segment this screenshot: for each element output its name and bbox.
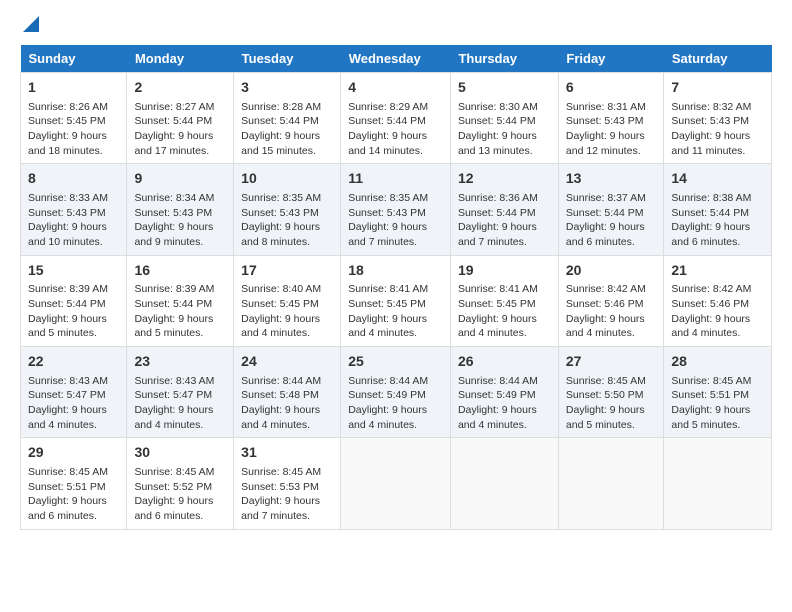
day-number: 15 [28,261,119,281]
calendar-cell: 21Sunrise: 8:42 AM Sunset: 5:46 PM Dayli… [664,255,772,346]
day-number: 5 [458,78,551,98]
calendar-header-monday: Monday [127,45,234,73]
calendar-cell: 3Sunrise: 8:28 AM Sunset: 5:44 PM Daylig… [234,73,341,164]
calendar-cell: 23Sunrise: 8:43 AM Sunset: 5:47 PM Dayli… [127,347,234,438]
day-number: 10 [241,169,333,189]
calendar-cell: 6Sunrise: 8:31 AM Sunset: 5:43 PM Daylig… [558,73,664,164]
calendar-cell: 24Sunrise: 8:44 AM Sunset: 5:48 PM Dayli… [234,347,341,438]
calendar-cell [450,438,558,529]
calendar-header-wednesday: Wednesday [341,45,451,73]
calendar-cell: 19Sunrise: 8:41 AM Sunset: 5:45 PM Dayli… [450,255,558,346]
calendar-cell: 13Sunrise: 8:37 AM Sunset: 5:44 PM Dayli… [558,164,664,255]
calendar-cell: 1Sunrise: 8:26 AM Sunset: 5:45 PM Daylig… [21,73,127,164]
day-number: 30 [134,443,226,463]
day-number: 25 [348,352,443,372]
calendar-cell: 8Sunrise: 8:33 AM Sunset: 5:43 PM Daylig… [21,164,127,255]
calendar-header-friday: Friday [558,45,664,73]
calendar-cell: 29Sunrise: 8:45 AM Sunset: 5:51 PM Dayli… [21,438,127,529]
calendar-week-row: 15Sunrise: 8:39 AM Sunset: 5:44 PM Dayli… [21,255,772,346]
day-number: 7 [671,78,764,98]
calendar-cell: 31Sunrise: 8:45 AM Sunset: 5:53 PM Dayli… [234,438,341,529]
day-number: 20 [566,261,657,281]
day-number: 31 [241,443,333,463]
day-number: 29 [28,443,119,463]
calendar-week-row: 1Sunrise: 8:26 AM Sunset: 5:45 PM Daylig… [21,73,772,164]
calendar-cell: 12Sunrise: 8:36 AM Sunset: 5:44 PM Dayli… [450,164,558,255]
calendar-cell: 30Sunrise: 8:45 AM Sunset: 5:52 PM Dayli… [127,438,234,529]
day-number: 17 [241,261,333,281]
calendar-cell: 16Sunrise: 8:39 AM Sunset: 5:44 PM Dayli… [127,255,234,346]
calendar-cell: 17Sunrise: 8:40 AM Sunset: 5:45 PM Dayli… [234,255,341,346]
calendar-table: SundayMondayTuesdayWednesdayThursdayFrid… [20,45,772,530]
calendar-cell: 14Sunrise: 8:38 AM Sunset: 5:44 PM Dayli… [664,164,772,255]
day-number: 2 [134,78,226,98]
day-number: 8 [28,169,119,189]
calendar-cell: 9Sunrise: 8:34 AM Sunset: 5:43 PM Daylig… [127,164,234,255]
day-number: 3 [241,78,333,98]
calendar-header-row: SundayMondayTuesdayWednesdayThursdayFrid… [21,45,772,73]
day-number: 13 [566,169,657,189]
day-number: 24 [241,352,333,372]
day-number: 12 [458,169,551,189]
calendar-cell: 5Sunrise: 8:30 AM Sunset: 5:44 PM Daylig… [450,73,558,164]
day-number: 16 [134,261,226,281]
day-number: 19 [458,261,551,281]
calendar-body: 1Sunrise: 8:26 AM Sunset: 5:45 PM Daylig… [21,73,772,530]
calendar-cell: 20Sunrise: 8:42 AM Sunset: 5:46 PM Dayli… [558,255,664,346]
calendar-cell: 25Sunrise: 8:44 AM Sunset: 5:49 PM Dayli… [341,347,451,438]
calendar-cell: 2Sunrise: 8:27 AM Sunset: 5:44 PM Daylig… [127,73,234,164]
day-number: 28 [671,352,764,372]
calendar-cell [341,438,451,529]
day-number: 26 [458,352,551,372]
calendar-header-sunday: Sunday [21,45,127,73]
calendar-header-saturday: Saturday [664,45,772,73]
calendar-cell: 18Sunrise: 8:41 AM Sunset: 5:45 PM Dayli… [341,255,451,346]
calendar-cell: 4Sunrise: 8:29 AM Sunset: 5:44 PM Daylig… [341,73,451,164]
day-number: 27 [566,352,657,372]
day-number: 4 [348,78,443,98]
day-number: 14 [671,169,764,189]
day-number: 22 [28,352,119,372]
day-number: 18 [348,261,443,281]
logo [20,16,39,37]
calendar-cell: 15Sunrise: 8:39 AM Sunset: 5:44 PM Dayli… [21,255,127,346]
calendar-cell: 28Sunrise: 8:45 AM Sunset: 5:51 PM Dayli… [664,347,772,438]
day-number: 1 [28,78,119,98]
day-number: 6 [566,78,657,98]
calendar-cell [558,438,664,529]
calendar-cell: 22Sunrise: 8:43 AM Sunset: 5:47 PM Dayli… [21,347,127,438]
day-number: 11 [348,169,443,189]
calendar-header-tuesday: Tuesday [234,45,341,73]
day-number: 23 [134,352,226,372]
day-number: 21 [671,261,764,281]
calendar-cell [664,438,772,529]
calendar-cell: 10Sunrise: 8:35 AM Sunset: 5:43 PM Dayli… [234,164,341,255]
calendar-cell: 11Sunrise: 8:35 AM Sunset: 5:43 PM Dayli… [341,164,451,255]
page-header [20,16,772,37]
calendar-week-row: 8Sunrise: 8:33 AM Sunset: 5:43 PM Daylig… [21,164,772,255]
calendar-cell: 26Sunrise: 8:44 AM Sunset: 5:49 PM Dayli… [450,347,558,438]
calendar-cell: 7Sunrise: 8:32 AM Sunset: 5:43 PM Daylig… [664,73,772,164]
logo-triangle-icon [23,16,39,32]
calendar-cell: 27Sunrise: 8:45 AM Sunset: 5:50 PM Dayli… [558,347,664,438]
day-number: 9 [134,169,226,189]
calendar-header-thursday: Thursday [450,45,558,73]
calendar-week-row: 22Sunrise: 8:43 AM Sunset: 5:47 PM Dayli… [21,347,772,438]
calendar-week-row: 29Sunrise: 8:45 AM Sunset: 5:51 PM Dayli… [21,438,772,529]
